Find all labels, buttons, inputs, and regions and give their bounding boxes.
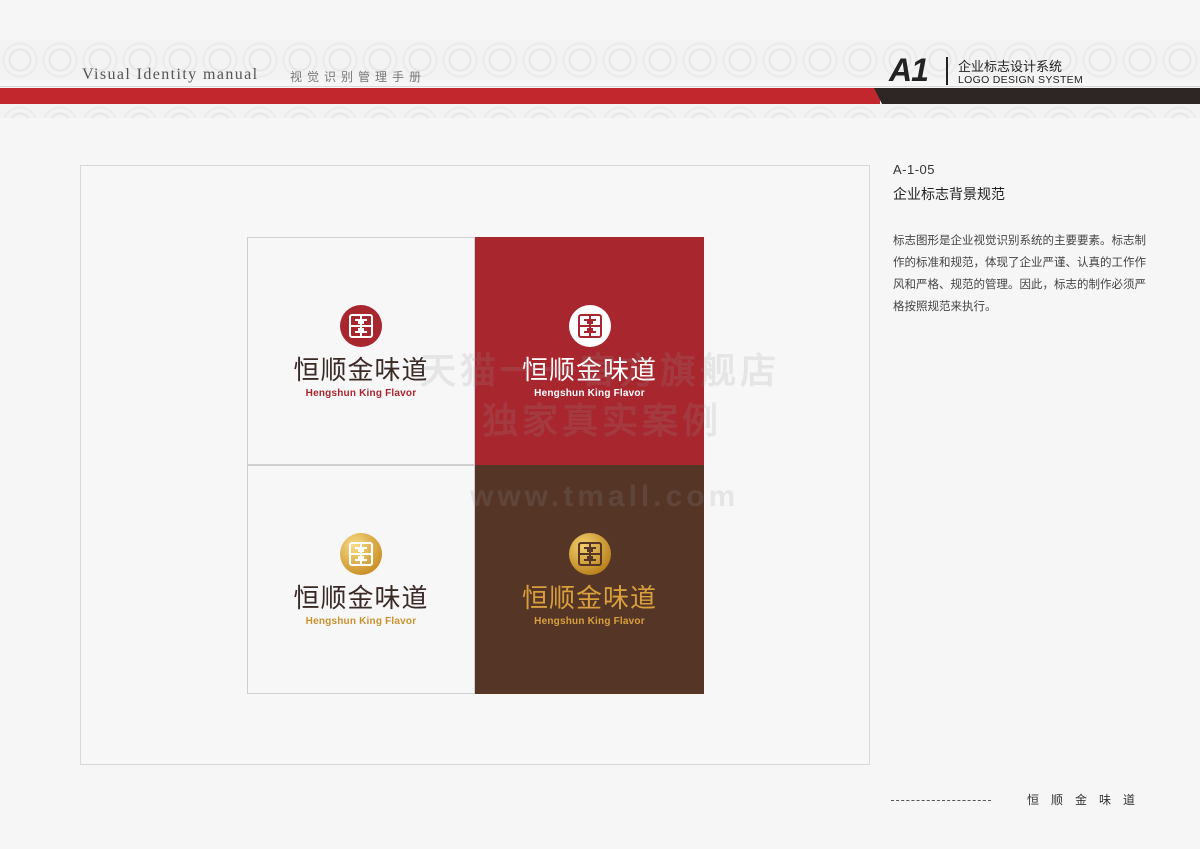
header-red-bar [0,88,880,104]
manual-title-cn: 视觉识别管理手册 [290,70,427,84]
header-pattern-lower [0,104,1200,118]
logo-name-en: Hengshun King Flavor [305,387,417,399]
page-title: 企业标志背景规范 [893,186,1005,202]
footer-brand-name: 恒顺金味道 [1027,793,1148,807]
watermark-line-3: www.tmall.com [470,480,740,513]
logo-name-cn: 恒顺金味道 [521,583,657,613]
header-dark-bar [874,88,1200,104]
section-title-en: LOGO DESIGN SYSTEM [958,74,1084,86]
section-code: A1 [889,52,929,88]
header-thin-line [0,86,1200,87]
emblem-icon [568,533,611,575]
logo-name-en: Hengshun King Flavor [305,616,417,627]
watermark-line-2: 独家真实案例 [482,400,723,441]
logo-name-en: Hengshun King Flavor [534,616,645,627]
logo-name-cn: 恒顺金味道 [293,583,429,613]
logo-name-cn: 恒顺金味道 [293,354,429,385]
emblem-icon [340,533,382,575]
section-title-cn: 企业标志设计系统 [958,59,1063,74]
logo-background-grid: 恒顺金味道 Hengshun King Flavor 恒顺金味道 Hengshu… [247,237,704,694]
watermark-line-1: 天猫一一官方旗舰店 [420,350,781,391]
footer-dashed-line [891,800,991,801]
emblem-icon [340,304,382,347]
emblem-icon [568,304,611,347]
section-divider [946,57,948,85]
page-code: A-1-05 [893,162,936,177]
page-description: 标志图形是企业视觉识别系统的主要要素。标志制作的标准和规范，体现了企业严谨、认真… [893,235,1146,313]
manual-title-en: Visual Identity manual [82,66,259,83]
logo-variant-white-gold: 恒顺金味道 Hengshun King Flavor [247,465,475,694]
